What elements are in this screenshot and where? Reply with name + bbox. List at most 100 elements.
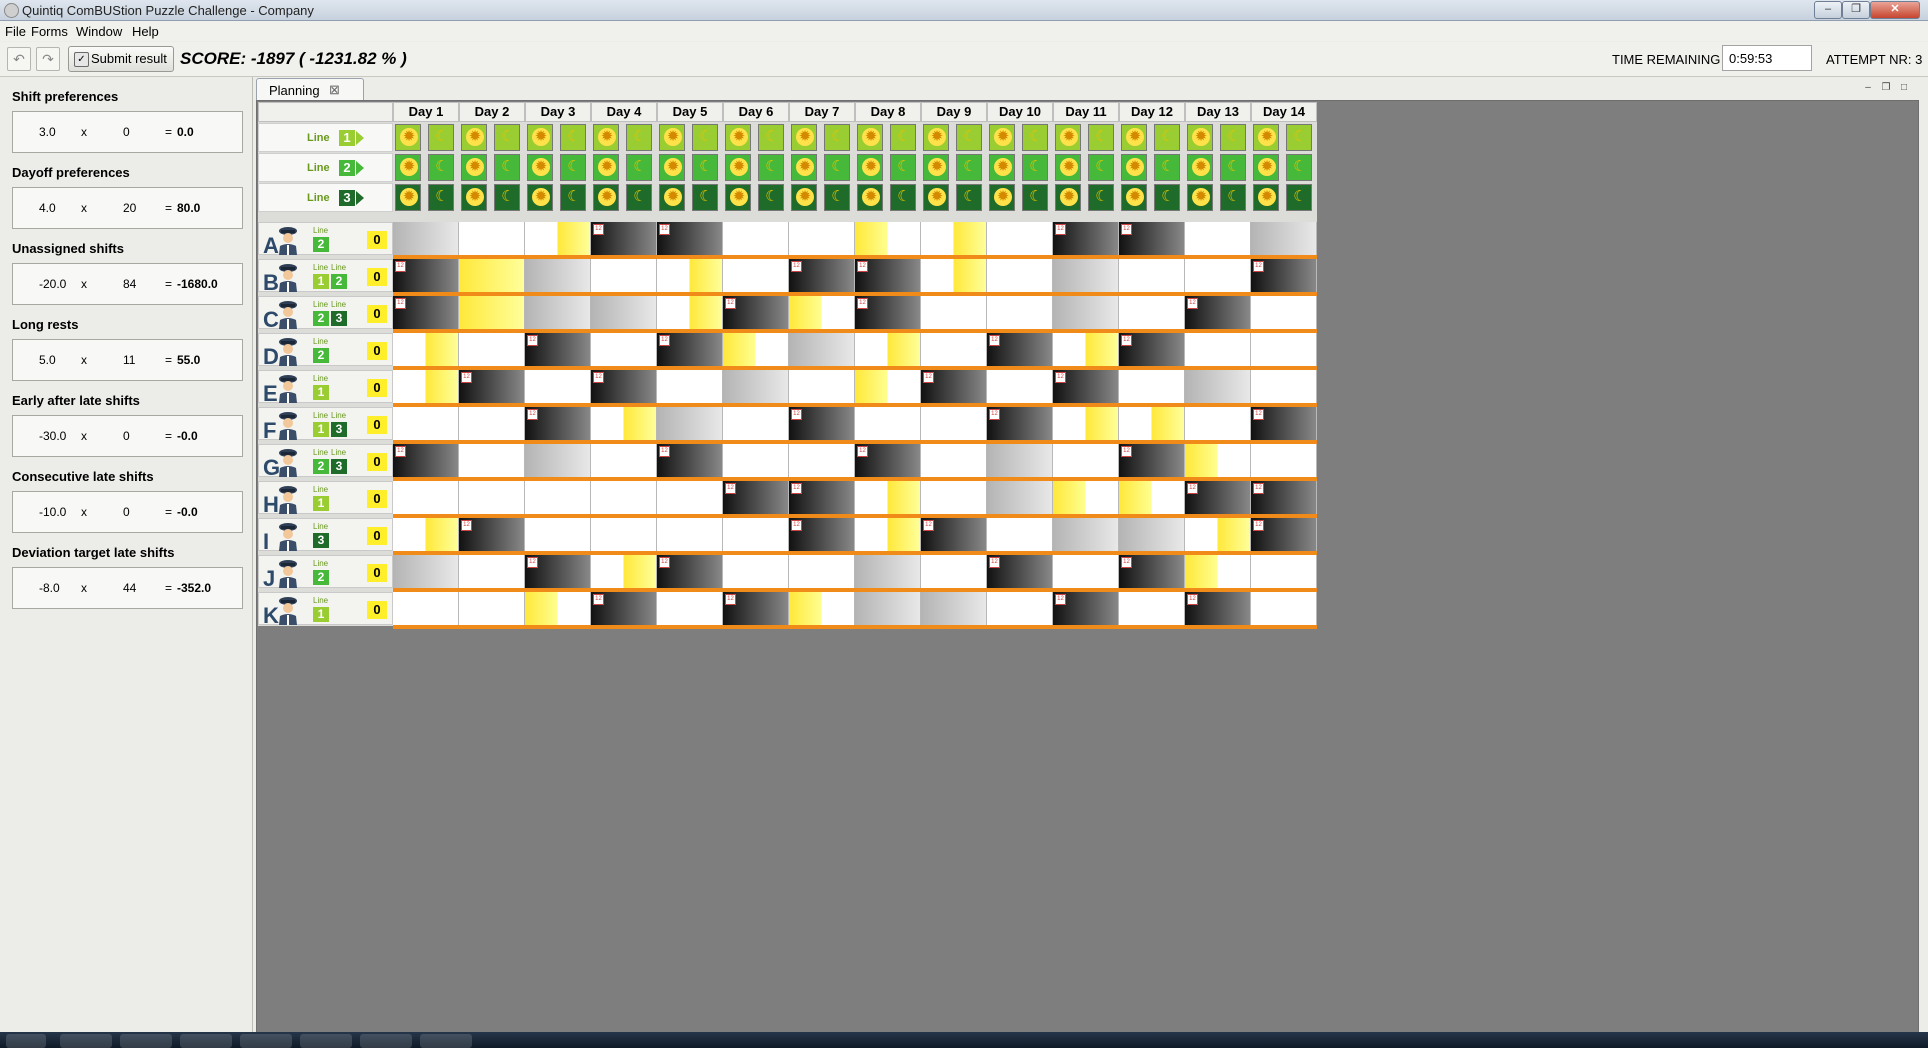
early-shift-slot[interactable]: ✹ [461,184,487,211]
schedule-cell[interactable] [921,481,987,514]
schedule-cell[interactable] [459,296,525,329]
schedule-cell[interactable] [525,259,591,292]
early-shift-slot[interactable]: ✹ [659,184,685,211]
schedule-cell[interactable]: 12 [657,222,723,255]
schedule-cell[interactable]: 12 [921,518,987,551]
late-shift-slot[interactable]: ☾ [560,154,586,181]
schedule-cell[interactable] [855,518,921,551]
schedule-cell[interactable] [657,592,723,625]
schedule-cell[interactable]: 12 [393,444,459,477]
late-shift-slot[interactable]: ☾ [1022,154,1048,181]
late-shift-slot[interactable]: ☾ [692,154,718,181]
schedule-cell[interactable]: 12 [723,592,789,625]
late-shift-slot[interactable]: ☾ [1220,184,1246,211]
schedule-cell[interactable] [657,259,723,292]
schedule-cell[interactable] [789,222,855,255]
schedule-cell[interactable] [987,444,1053,477]
schedule-cell[interactable] [789,555,855,588]
schedule-cell[interactable]: 12 [789,481,855,514]
schedule-cell[interactable] [1119,481,1185,514]
early-shift-slot[interactable]: ✹ [659,154,685,181]
schedule-cell[interactable] [393,518,459,551]
late-shift-slot[interactable]: ☾ [1286,184,1312,211]
schedule-cell[interactable]: 12 [987,555,1053,588]
schedule-cell[interactable] [393,222,459,255]
schedule-cell[interactable] [987,296,1053,329]
schedule-cell[interactable] [723,333,789,366]
schedule-cell[interactable] [723,407,789,440]
schedule-cell[interactable] [525,592,591,625]
late-shift-slot[interactable]: ☾ [1220,124,1246,151]
schedule-cell[interactable] [459,555,525,588]
schedule-cell[interactable] [393,333,459,366]
late-shift-slot[interactable]: ☾ [824,154,850,181]
schedule-cell[interactable]: 12 [393,296,459,329]
taskbar-button[interactable] [60,1034,112,1048]
schedule-cell[interactable]: 12 [1053,222,1119,255]
schedule-cell[interactable]: 12 [591,592,657,625]
late-shift-slot[interactable]: ☾ [956,184,982,211]
schedule-cell[interactable] [1185,333,1251,366]
driver-row[interactable]: K Line 1 0 [258,592,393,628]
schedule-cell[interactable] [921,222,987,255]
late-shift-slot[interactable]: ☾ [1022,184,1048,211]
early-shift-slot[interactable]: ✹ [791,124,817,151]
early-shift-slot[interactable]: ✹ [395,124,421,151]
late-shift-slot[interactable]: ☾ [428,184,454,211]
early-shift-slot[interactable]: ✹ [461,124,487,151]
schedule-cell[interactable] [723,518,789,551]
schedule-cell[interactable] [987,592,1053,625]
early-shift-slot[interactable]: ✹ [461,154,487,181]
schedule-cell[interactable]: 12 [1053,370,1119,403]
schedule-cell[interactable] [723,370,789,403]
submit-result-button[interactable]: ✓ Submit result [68,46,174,72]
schedule-cell[interactable] [921,407,987,440]
early-shift-slot[interactable]: ✹ [593,154,619,181]
schedule-cell[interactable] [1053,407,1119,440]
schedule-cell[interactable] [1053,555,1119,588]
schedule-cell[interactable] [1119,296,1185,329]
schedule-cell[interactable] [789,592,855,625]
schedule-cell[interactable] [1119,407,1185,440]
schedule-cell[interactable] [657,518,723,551]
schedule-cell[interactable]: 12 [459,370,525,403]
schedule-cell[interactable] [459,444,525,477]
schedule-cell[interactable]: 12 [525,555,591,588]
schedule-cell[interactable]: 12 [855,444,921,477]
schedule-cell[interactable]: 12 [921,370,987,403]
early-shift-slot[interactable]: ✹ [923,184,949,211]
late-shift-slot[interactable]: ☾ [758,154,784,181]
schedule-cell[interactable] [987,370,1053,403]
late-shift-slot[interactable]: ☾ [824,124,850,151]
schedule-cell[interactable] [591,444,657,477]
schedule-cell[interactable] [1185,444,1251,477]
schedule-cell[interactable]: 12 [1251,518,1317,551]
early-shift-slot[interactable]: ✹ [791,184,817,211]
schedule-cell[interactable]: 12 [1185,296,1251,329]
early-shift-slot[interactable]: ✹ [527,154,553,181]
early-shift-slot[interactable]: ✹ [527,184,553,211]
maximize-button[interactable]: ❐ [1842,1,1870,19]
schedule-cell[interactable]: 12 [789,518,855,551]
taskbar-button[interactable] [300,1034,352,1048]
schedule-cell[interactable] [525,296,591,329]
early-shift-slot[interactable]: ✹ [395,184,421,211]
early-shift-slot[interactable]: ✹ [923,154,949,181]
early-shift-slot[interactable]: ✹ [791,154,817,181]
late-shift-slot[interactable]: ☾ [692,124,718,151]
schedule-cell[interactable] [921,592,987,625]
schedule-cell[interactable] [921,259,987,292]
schedule-cell[interactable]: 12 [591,370,657,403]
view-maximize-icon[interactable]: □ [1898,82,1910,94]
late-shift-slot[interactable]: ☾ [626,154,652,181]
early-shift-slot[interactable]: ✹ [1187,154,1213,181]
early-shift-slot[interactable]: ✹ [1055,124,1081,151]
early-shift-slot[interactable]: ✹ [659,124,685,151]
schedule-cell[interactable] [789,296,855,329]
early-shift-slot[interactable]: ✹ [527,124,553,151]
schedule-cell[interactable]: 12 [987,407,1053,440]
schedule-cell[interactable] [1053,444,1119,477]
view-minimize-icon[interactable]: – [1862,82,1874,94]
redo-icon[interactable]: ↷ [36,47,60,71]
schedule-cell[interactable] [723,444,789,477]
